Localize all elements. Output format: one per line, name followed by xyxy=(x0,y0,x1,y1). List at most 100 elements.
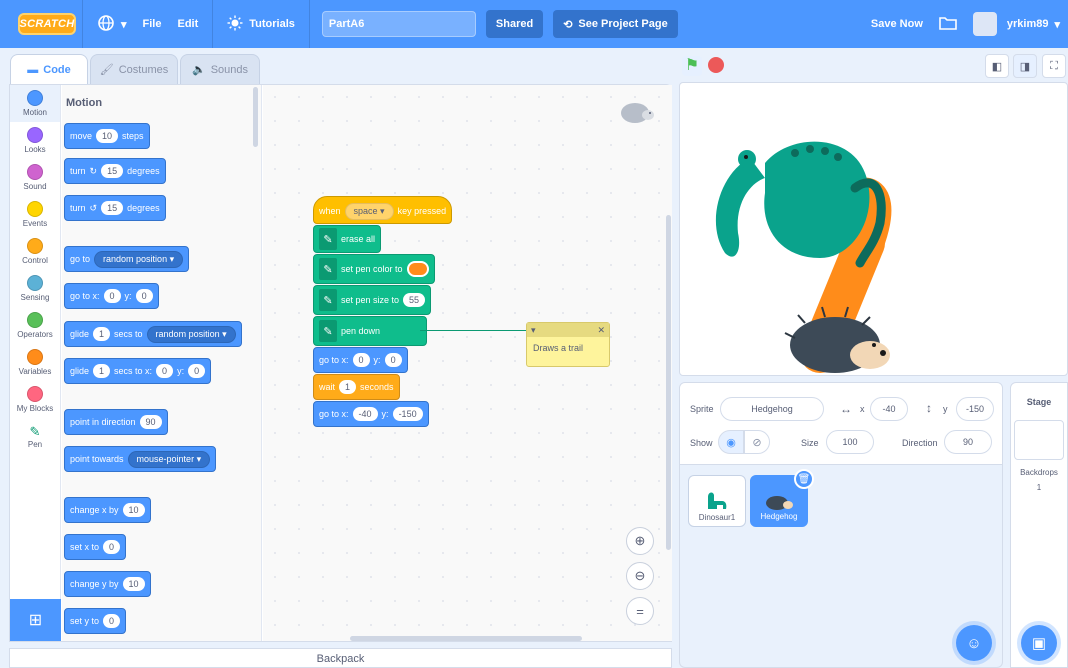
block-glide-xy[interactable]: glide 1 secs to x: 0 y: 0 xyxy=(64,358,212,384)
block-turn-right[interactable]: turn ↻ 15 degrees xyxy=(64,158,166,184)
category-my-blocks[interactable]: My Blocks xyxy=(10,381,60,418)
stage-canvas[interactable] xyxy=(679,82,1068,376)
workspace-vertical-scrollbar[interactable] xyxy=(666,215,671,550)
category-pen[interactable]: ✎ Pen xyxy=(10,418,60,455)
chevron-down-icon[interactable]: ▾ xyxy=(531,325,536,336)
block-input[interactable]: 0 xyxy=(384,353,402,367)
block-input[interactable]: 15 xyxy=(101,201,124,215)
block-input[interactable]: -150 xyxy=(392,407,423,421)
block-dropdown[interactable]: random position ▾ xyxy=(94,250,184,268)
small-stage-button[interactable]: ◧ xyxy=(985,54,1009,78)
zoom-reset-button[interactable]: = xyxy=(626,597,654,625)
my-stuff-button[interactable] xyxy=(931,0,965,48)
comment-text[interactable]: Draws a trail xyxy=(527,337,609,359)
scratch-logo[interactable]: SCRATCH xyxy=(18,13,76,35)
sprite-thumbnail-dinosaur[interactable]: Dinosaur1 xyxy=(688,475,746,527)
block-point-in-direction[interactable]: point in direction 90 xyxy=(64,409,168,435)
zoom-in-button[interactable]: ⊕ xyxy=(626,527,654,555)
category-variables[interactable]: Variables xyxy=(10,344,60,381)
show-hidden-button[interactable]: ⊘ xyxy=(744,430,770,454)
block-point-towards[interactable]: point towards mouse-pointer ▾ xyxy=(64,446,217,472)
block-input[interactable]: 0 xyxy=(103,614,121,628)
category-events[interactable]: Events xyxy=(10,196,60,233)
green-flag-button[interactable]: ⚑ xyxy=(682,56,702,76)
block-input[interactable]: 0 xyxy=(188,364,206,378)
block-input[interactable]: 0 xyxy=(103,540,121,554)
block-erase-all[interactable]: ✎ erase all xyxy=(313,225,382,253)
fullscreen-button[interactable]: ⛶ xyxy=(1042,54,1066,78)
block-input[interactable]: 0 xyxy=(103,289,121,303)
choose-backdrop-button[interactable]: ▣ xyxy=(1021,625,1057,661)
close-icon[interactable]: ✕ xyxy=(597,325,605,336)
see-project-page-button[interactable]: ⟲ See Project Page xyxy=(553,10,678,38)
stage-thumbnail[interactable] xyxy=(1014,420,1064,460)
block-input[interactable]: 10 xyxy=(96,129,119,143)
block-wait[interactable]: wait 1 seconds xyxy=(313,374,400,400)
block-dropdown[interactable]: random position ▾ xyxy=(146,325,236,343)
choose-sprite-button[interactable]: ☺ xyxy=(956,625,992,661)
show-visible-button[interactable]: ◉ xyxy=(718,430,744,454)
tab-sounds[interactable]: 🔈 Sounds xyxy=(180,54,260,84)
add-extension-button[interactable]: ⊞ xyxy=(10,599,61,641)
tutorials-menu[interactable]: Tutorials xyxy=(219,0,303,48)
block-input[interactable]: 10 xyxy=(122,503,145,517)
block-go-to-xy[interactable]: go to x: -40 y: -150 xyxy=(313,401,429,427)
language-menu[interactable]: ▾ xyxy=(89,0,135,48)
sprite-name-input[interactable]: Hedgehog xyxy=(720,397,824,421)
zoom-out-button[interactable]: ⊖ xyxy=(626,562,654,590)
backpack[interactable]: Backpack xyxy=(9,648,672,668)
block-dropdown[interactable]: mouse-pointer ▾ xyxy=(127,450,211,468)
block-input[interactable]: 0 xyxy=(156,364,174,378)
category-operators[interactable]: Operators xyxy=(10,307,60,344)
delete-sprite-button[interactable]: 🗑 xyxy=(794,469,814,489)
block-input[interactable]: 1 xyxy=(339,380,357,394)
block-go-to-xy[interactable]: go to x: 0 y: 0 xyxy=(64,283,159,309)
shared-button[interactable]: Shared xyxy=(485,10,544,38)
category-looks[interactable]: Looks xyxy=(10,122,60,159)
stage-selector[interactable]: Stage Backdrops 1 ▣ xyxy=(1010,382,1068,668)
block-set-pen-size[interactable]: ✎ set pen size to 55 xyxy=(313,285,432,315)
block-set-y[interactable]: set y to 0 xyxy=(64,608,127,634)
category-motion[interactable]: Motion xyxy=(10,85,60,122)
comment-note[interactable]: ▾ ✕ Draws a trail xyxy=(526,322,610,367)
category-sensing[interactable]: Sensing xyxy=(10,270,60,307)
size-input[interactable]: 100 xyxy=(826,430,874,454)
comment-header[interactable]: ▾ ✕ xyxy=(527,323,609,337)
tab-code[interactable]: ▬ Code xyxy=(10,54,88,84)
block-input[interactable]: 90 xyxy=(139,415,162,429)
block-set-x[interactable]: set x to 0 xyxy=(64,534,127,560)
y-position-input[interactable]: -150 xyxy=(956,397,994,421)
block-pen-down[interactable]: ✎ pen down xyxy=(313,316,427,346)
block-input[interactable]: 55 xyxy=(403,293,426,307)
block-input[interactable]: 1 xyxy=(93,364,111,378)
block-go-to-xy[interactable]: go to x: 0 y: 0 xyxy=(313,347,408,373)
block-input[interactable]: 0 xyxy=(135,289,153,303)
block-go-to[interactable]: go to random position ▾ xyxy=(64,246,190,272)
project-title-input[interactable] xyxy=(321,11,476,37)
block-change-y[interactable]: change y by 10 xyxy=(64,571,151,597)
save-now-button[interactable]: Save Now xyxy=(863,0,931,48)
block-input[interactable]: 10 xyxy=(122,577,145,591)
block-change-x[interactable]: change x by 10 xyxy=(64,497,151,523)
palette-scrollbar[interactable] xyxy=(253,87,258,147)
category-sound[interactable]: Sound xyxy=(10,159,60,196)
edit-menu[interactable]: Edit xyxy=(169,0,206,48)
block-glide[interactable]: glide 1 secs to random position ▾ xyxy=(64,321,242,347)
file-menu[interactable]: File xyxy=(135,0,170,48)
color-swatch[interactable] xyxy=(406,261,429,277)
block-turn-left[interactable]: turn ↺ 15 degrees xyxy=(64,195,166,221)
workspace-horizontal-scrollbar[interactable] xyxy=(350,636,582,641)
x-position-input[interactable]: -40 xyxy=(870,397,908,421)
block-input[interactable]: 1 xyxy=(93,327,111,341)
block-input[interactable]: -40 xyxy=(352,407,378,421)
tab-costumes[interactable]: 🖌 Costumes xyxy=(90,54,178,84)
category-control[interactable]: Control xyxy=(10,233,60,270)
stop-button[interactable] xyxy=(708,57,724,73)
account-menu[interactable]: yrkim89 ▾ xyxy=(965,0,1068,48)
block-set-pen-color[interactable]: ✎ set pen color to xyxy=(313,254,435,284)
hat-block-when-key-pressed[interactable]: when space ▾ key pressed xyxy=(313,196,453,224)
normal-stage-button[interactable]: ◨ xyxy=(1013,54,1037,78)
block-move[interactable]: move 10 steps xyxy=(64,123,150,149)
key-dropdown[interactable]: space ▾ xyxy=(344,202,394,220)
block-input[interactable]: 15 xyxy=(101,164,124,178)
